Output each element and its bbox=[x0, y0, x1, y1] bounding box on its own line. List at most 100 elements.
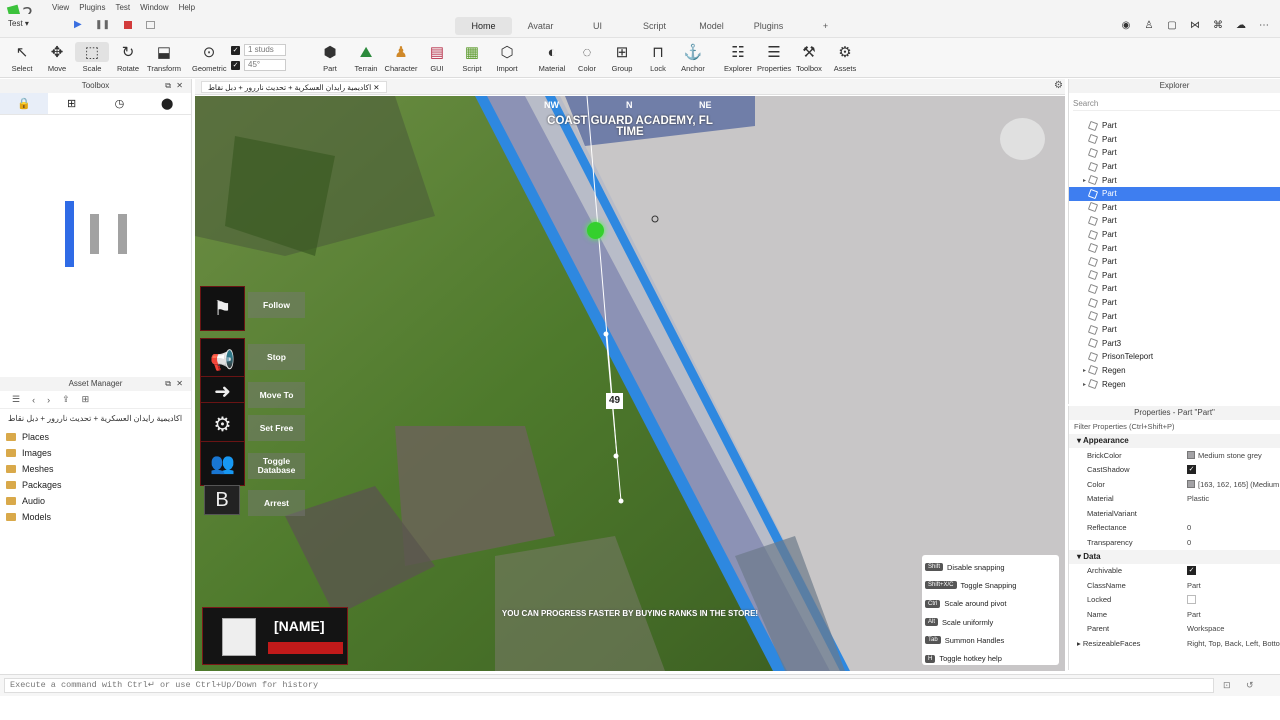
explorer-item[interactable]: Part bbox=[1069, 323, 1280, 337]
prop-resizeablefaces[interactable]: ▸ ResizeableFaces Right, Top, Back, Left,… bbox=[1069, 636, 1280, 651]
menu-plugins[interactable]: Plugins bbox=[79, 3, 105, 12]
explorer-item[interactable]: Part bbox=[1069, 133, 1280, 147]
move-step-input[interactable]: 1 studs bbox=[244, 44, 286, 56]
prop-transparency[interactable]: Transparency 0 bbox=[1069, 535, 1280, 550]
tool-properties[interactable]: ☰ Properties bbox=[757, 42, 791, 73]
collaborate-icon[interactable]: ⌘ bbox=[1212, 19, 1224, 31]
tool-group[interactable]: ⊞ Group bbox=[605, 42, 639, 73]
tab-ui[interactable]: UI bbox=[569, 17, 626, 35]
expand-arrow-icon[interactable]: ▸ bbox=[1083, 367, 1086, 374]
tool-lock[interactable]: ⊓ Lock bbox=[641, 42, 675, 73]
rotate-snap-checkbox[interactable]: ✓ bbox=[231, 60, 240, 70]
upload-icon[interactable]: ⇪ bbox=[62, 394, 70, 405]
prop-parent[interactable]: Parent Workspace bbox=[1069, 622, 1280, 637]
tool-material[interactable]: ◐ Material bbox=[535, 42, 569, 74]
toolbox-tab-inventory[interactable]: ⊞ bbox=[48, 93, 96, 114]
prop-color[interactable]: Color [163, 162, 165] (Medium bbox=[1069, 477, 1280, 492]
viewport-settings-icon[interactable]: ⚙ bbox=[1054, 80, 1063, 91]
tool-color[interactable]: ◌ Color bbox=[570, 42, 604, 74]
rotate-step-input[interactable]: 45° bbox=[244, 59, 286, 71]
prop-locked[interactable]: Locked bbox=[1069, 593, 1280, 608]
share-icon[interactable]: ⋈ bbox=[1189, 19, 1201, 31]
appearance-section[interactable]: ▾ Appearance bbox=[1069, 434, 1280, 448]
tool-import[interactable]: ⬡ Import bbox=[490, 42, 524, 73]
hud-set-free-button[interactable]: ⚙ Set Free bbox=[200, 402, 305, 447]
toolbox-tab-marketplace[interactable]: 🔒 bbox=[0, 93, 48, 114]
tool-terrain[interactable]: ⛰ Terrain bbox=[349, 42, 383, 74]
tool-rotate[interactable]: ↻ Rotate bbox=[111, 42, 145, 73]
explorer-item[interactable]: Part bbox=[1069, 269, 1280, 283]
play-icon[interactable]: ▶ bbox=[74, 19, 82, 30]
document-tab[interactable]: اكاديمية رايدان العسكرية + تحديث ناررور … bbox=[201, 81, 387, 93]
tool-move[interactable]: ✥ Move bbox=[40, 42, 74, 73]
prop-castshadow[interactable]: CastShadow ✓ bbox=[1069, 463, 1280, 478]
checkbox[interactable] bbox=[1187, 595, 1196, 605]
popout-icon[interactable]: ⧉ bbox=[165, 79, 171, 93]
back-icon[interactable]: ‹ bbox=[32, 395, 35, 405]
explorer-item[interactable]: ▸ Regen bbox=[1069, 364, 1280, 378]
move-snap-checkbox[interactable]: ✓ bbox=[231, 45, 240, 55]
explorer-item[interactable]: Part bbox=[1069, 214, 1280, 228]
tool-gui[interactable]: ▤ GUI bbox=[420, 42, 454, 73]
explorer-item[interactable]: Part bbox=[1069, 228, 1280, 242]
prop-material[interactable]: Material Plastic bbox=[1069, 492, 1280, 507]
tool-script[interactable]: ▦ Script bbox=[455, 42, 489, 73]
more-icon[interactable]: ⋯ bbox=[1258, 19, 1270, 31]
forward-icon[interactable]: › bbox=[47, 395, 50, 405]
close-icon[interactable]: ✕ bbox=[176, 79, 183, 93]
prop-materialvariant[interactable]: MaterialVariant bbox=[1069, 506, 1280, 521]
hud-stop-button[interactable]: 📢 Stop bbox=[200, 338, 305, 383]
checkbox[interactable]: ✓ bbox=[1187, 566, 1196, 576]
grid-view-icon[interactable]: ⊞ bbox=[82, 394, 90, 405]
tool-explorer[interactable]: ☷ Explorer bbox=[721, 42, 755, 73]
menu-icon[interactable]: ☰ bbox=[12, 394, 20, 405]
explorer-item[interactable]: PrisonTeleport bbox=[1069, 350, 1280, 364]
close-icon[interactable]: ✕ bbox=[176, 377, 183, 391]
explorer-search-input[interactable]: Search bbox=[1073, 97, 1280, 111]
screen-icon[interactable] bbox=[146, 21, 155, 29]
cloud-icon[interactable]: ☁ bbox=[1235, 19, 1247, 31]
tool-geometric[interactable]: ⊙ Geometric bbox=[192, 42, 227, 73]
toolbox-tab-creations[interactable]: ⬤ bbox=[143, 93, 191, 114]
asset-folder-places[interactable]: Places bbox=[0, 429, 191, 445]
explorer-item[interactable]: Part bbox=[1069, 146, 1280, 160]
explorer-item[interactable]: ▸ Regen bbox=[1069, 377, 1280, 391]
asset-folder-images[interactable]: Images bbox=[0, 445, 191, 461]
toolbox-tab-recent[interactable]: ◷ bbox=[96, 93, 144, 114]
hud-arrest-button[interactable]: B Arrest bbox=[200, 484, 305, 522]
chat-icon[interactable]: ▢ bbox=[1166, 19, 1178, 31]
tool-select[interactable]: ↖ Select bbox=[5, 42, 39, 73]
menu-view[interactable]: View bbox=[52, 3, 69, 12]
explorer-item[interactable]: Part bbox=[1069, 119, 1280, 133]
tab-add[interactable]: + bbox=[797, 17, 854, 35]
bookmark-icon[interactable]: ⊡ bbox=[1223, 680, 1231, 691]
tool-scale[interactable]: ⬚ Scale bbox=[75, 42, 109, 73]
tab-avatar[interactable]: Avatar bbox=[512, 17, 569, 35]
view-cube[interactable] bbox=[1000, 118, 1045, 160]
menu-test[interactable]: Test bbox=[115, 3, 130, 12]
asset-folder-packages[interactable]: Packages bbox=[0, 477, 191, 493]
checkbox[interactable]: ✓ bbox=[1187, 465, 1196, 475]
explorer-item[interactable]: Part bbox=[1069, 282, 1280, 296]
history-icon[interactable]: ↺ bbox=[1246, 680, 1254, 691]
explorer-item[interactable]: Part bbox=[1069, 201, 1280, 215]
tool-toolbox[interactable]: ⚒ Toolbox bbox=[792, 42, 826, 73]
tab-plugins[interactable]: Plugins bbox=[740, 17, 797, 35]
hud-toggle-database-button[interactable]: 👥 Toggle Database bbox=[200, 441, 305, 486]
explorer-item[interactable]: Part bbox=[1069, 296, 1280, 310]
tab-home[interactable]: Home bbox=[455, 17, 512, 35]
profile-icon[interactable]: ◉ bbox=[1120, 19, 1132, 31]
expand-arrow-icon[interactable]: ▸ bbox=[1083, 177, 1086, 184]
tab-model[interactable]: Model bbox=[683, 17, 740, 35]
explorer-item[interactable]: Part bbox=[1069, 186, 1280, 201]
tab-script[interactable]: Script bbox=[626, 17, 683, 35]
explorer-item[interactable]: Part bbox=[1069, 255, 1280, 269]
stop-icon[interactable] bbox=[124, 21, 132, 29]
3d-viewport[interactable]: NW N NE COAST GUARD ACADEMY, FL TIME 49 … bbox=[195, 96, 1065, 671]
menu-window[interactable]: Window bbox=[140, 3, 168, 12]
prop-name[interactable]: Name Part bbox=[1069, 607, 1280, 622]
expand-arrow-icon[interactable]: ▸ bbox=[1083, 381, 1086, 388]
pause-icon[interactable]: ❚❚ bbox=[95, 19, 110, 30]
prop-brickcolor[interactable]: BrickColor Medium stone grey bbox=[1069, 448, 1280, 463]
prop-archivable[interactable]: Archivable ✓ bbox=[1069, 564, 1280, 579]
